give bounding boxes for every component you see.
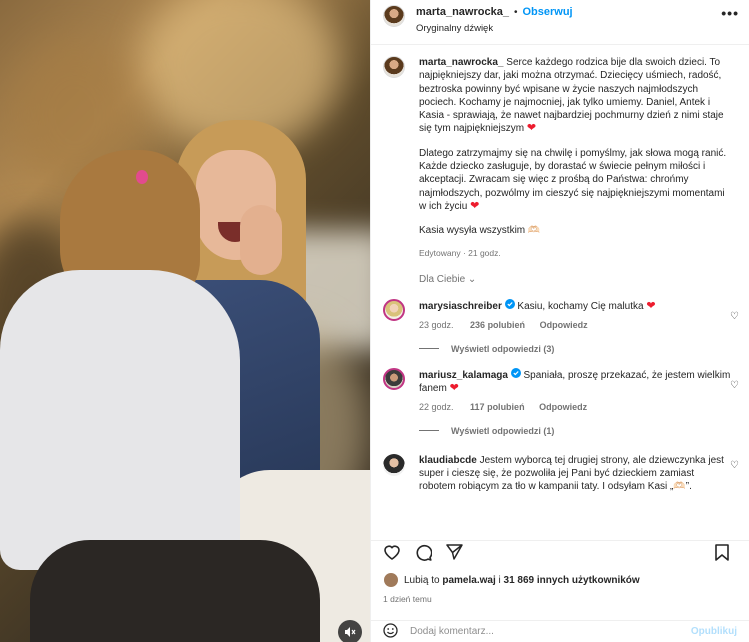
liker-username[interactable]: pamela.waj [442,575,495,586]
save-bookmark-icon[interactable] [715,543,729,566]
red-heart-emoji: ❤ [526,122,537,135]
post-dialog: marta_nawrocka_ • Obserwuj Oryginalny dź… [0,0,749,642]
more-options-icon[interactable]: ••• [721,6,739,20]
post-caption: marta_nawrocka_ Serce każdego rodzica bi… [371,46,749,260]
publish-comment-button[interactable]: Opublikuj [691,626,737,637]
commenter-username[interactable]: mariusz_kalamaga [419,370,508,381]
commenter-avatar[interactable] [383,367,405,390]
reply-button[interactable]: Odpowiedz [539,402,587,412]
comment-bubble-icon[interactable] [415,544,433,566]
red-heart-emoji: ❤ [646,299,656,312]
caption-paragraph: marta_nawrocka_ Serce każdego rodzica bi… [419,56,731,136]
comment-time[interactable]: 22 godz. [419,402,454,412]
comment-meta: 22 godz. 117 polubień Odpowiedz [419,401,739,414]
like-comment-heart-icon[interactable]: ♡ [730,311,739,322]
follow-button[interactable]: Obserwuj [522,6,572,18]
comment-item: mariusz_kalamaga Spaniała, proszę przeka… [371,354,749,414]
comment-time[interactable]: 23 godz. [419,320,454,330]
post-header: marta_nawrocka_ • Obserwuj Oryginalny dź… [371,0,749,45]
caption-meta: Edytowany · 21 godz. [419,247,501,258]
dark-leggings [30,540,320,642]
view-replies-label: Wyświetl odpowiedzi (3) [451,343,555,354]
caption-paragraph-3: Kasia wysyła wszystkim 🫶🏻 [419,225,541,237]
view-replies-button[interactable]: Wyświetl odpowiedzi (3) [371,332,749,354]
comment-meta: 23 godz. 236 polubień Odpowiedz [419,319,739,332]
girl-white-shirt [0,270,240,570]
view-replies-button[interactable]: Wyświetl odpowiedzi (1) [371,414,749,436]
comment-text: Kasiu, kochamy Cię malutka [517,300,644,312]
likes-prefix: Lubią to [404,574,440,586]
verified-badge-icon [504,298,515,312]
post-actions-bar [371,540,749,568]
comment-filter-dropdown[interactable]: Dla Ciebie ⌄ [371,260,749,285]
caption-text: marta_nawrocka_ Serce każdego rodzica bi… [419,56,731,260]
replies-line [419,348,439,350]
author-username[interactable]: marta_nawrocka_ [416,6,509,18]
comment-body: marysiaschreiber Kasiu, kochamy Cię malu… [419,298,739,332]
author-avatar[interactable] [383,5,405,27]
comment-item: marysiaschreiber Kasiu, kochamy Cię malu… [371,285,749,332]
post-date[interactable]: 1 dzień temu [383,594,432,604]
post-side-panel: marta_nawrocka_ • Obserwuj Oryginalny dź… [370,0,749,642]
likes-summary: Lubią to pamela.waj i 31 869 innych użyt… [383,572,640,588]
speaker-muted-icon[interactable] [338,620,362,642]
comment-likes-count[interactable]: 236 polubień [470,320,525,330]
comment-item: klaudiabcde Jestem wyborcą tej drugiej s… [371,436,749,493]
red-heart-emoji: ❤ [449,381,459,394]
author-info: marta_nawrocka_ • Obserwuj Oryginalny dź… [416,5,721,34]
audio-label[interactable]: Oryginalny dźwięk [416,23,721,34]
post-video[interactable] [0,0,370,642]
view-replies-label: Wyświetl odpowiedzi (1) [451,425,555,436]
commenter-avatar[interactable] [383,298,405,321]
reply-button[interactable]: Odpowiedz [540,320,588,330]
share-paper-plane-icon[interactable] [446,544,463,565]
caption-paragraph-1: Serce każdego rodzica bije dla swoich dz… [419,57,724,135]
commenter-avatar[interactable] [383,453,405,476]
caption-username[interactable]: marta_nawrocka_ [419,57,504,68]
commenter-username[interactable]: klaudiabcde [419,455,477,466]
replies-line [419,430,439,432]
add-comment-input[interactable]: Dodaj komentarz... [410,626,691,637]
emoji-picker-icon[interactable] [383,622,398,641]
separator-dot: • [513,6,518,18]
girl-hand [240,205,282,275]
likes-count[interactable]: 31 869 innych użytkowników [504,575,640,586]
verified-badge-icon [510,367,521,381]
like-comment-heart-icon[interactable]: ♡ [730,380,739,391]
caption-paragraph-2: Dlatego zatrzymajmy się na chwilę i pomy… [419,147,727,212]
like-heart-icon[interactable] [383,544,401,565]
liker-avatar[interactable] [383,572,399,588]
comment-body: klaudiabcde Jestem wyborcą tej drugiej s… [419,454,739,493]
red-heart-emoji: ❤ [470,199,480,212]
comment-likes-count[interactable]: 117 polubień [470,402,525,412]
comment-body: mariusz_kalamaga Spaniała, proszę przeka… [419,367,739,414]
add-comment-bar: Dodaj komentarz... Opublikuj [371,620,749,642]
caption-author-avatar[interactable] [383,56,405,78]
caption-paragraph: Dlatego zatrzymajmy się na chwilę i pomy… [419,147,731,213]
commenter-username[interactable]: marysiaschreiber [419,301,502,312]
comments-scroll-area[interactable]: marta_nawrocka_ Serce każdego rodzica bi… [371,46,749,536]
likes-middle: i [498,574,501,586]
girl-hair-clip [136,170,148,184]
like-comment-heart-icon[interactable]: ♡ [730,460,739,471]
